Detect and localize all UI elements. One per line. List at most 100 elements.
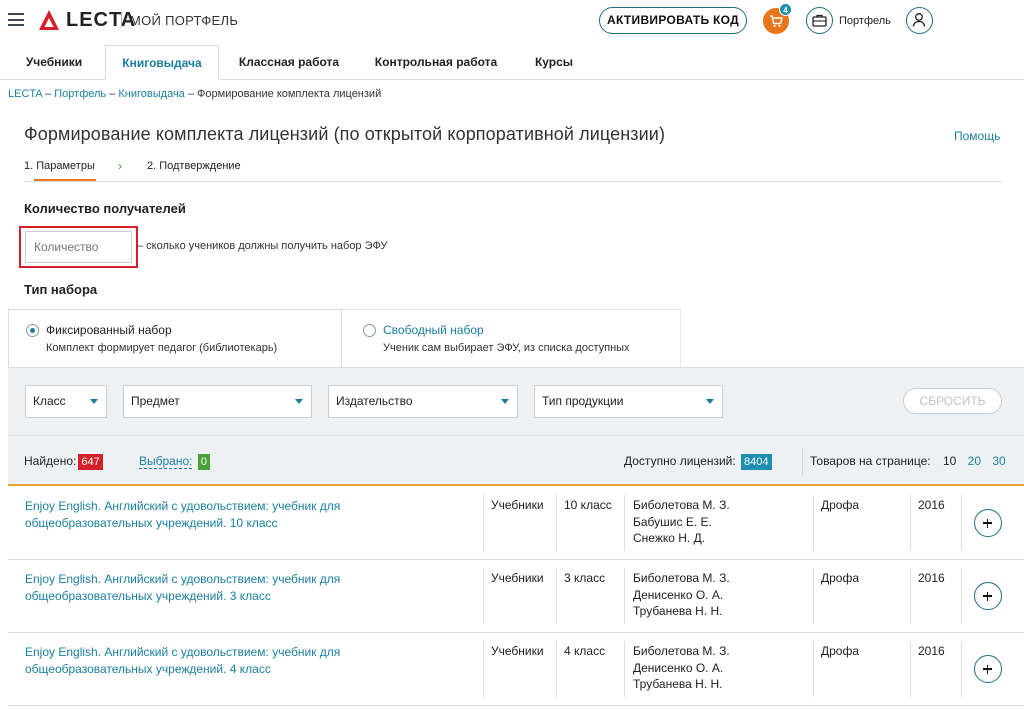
help-link[interactable]: Помощь — [954, 129, 1000, 143]
fixed-set-option[interactable]: Фиксированный набор Комплект формирует п… — [8, 309, 342, 368]
top-header: LECTA МОЙ ПОРТФЕЛЬ АКТИВИРОВАТЬ КОД 4 По… — [0, 0, 1024, 42]
set-type-heading: Тип набора — [24, 282, 98, 297]
filter-panel: Класс Предмет Издательство Тип продукции… — [8, 367, 1024, 435]
briefcase-icon — [812, 14, 827, 27]
subject-select[interactable]: Предмет — [123, 385, 312, 418]
step-confirmation[interactable]: 2. Подтверждение — [147, 160, 241, 172]
breadcrumb-lecta[interactable]: LECTA — [8, 88, 42, 100]
tab-textbooks[interactable]: Учебники — [8, 45, 100, 80]
product-publisher: Дрофа — [821, 498, 860, 512]
product-year: 2016 — [918, 644, 945, 658]
selected-info: Выбрано: 0 — [139, 454, 210, 470]
product-title-link[interactable]: Enjoy English. Английский с удовольствие… — [25, 571, 365, 604]
found-count-badge: 647 — [78, 454, 103, 470]
product-grade: 10 класс — [564, 498, 612, 512]
product-year: 2016 — [918, 498, 945, 512]
fixed-set-radio[interactable] — [26, 324, 39, 337]
tab-book-issue[interactable]: Книговыдача — [105, 45, 219, 80]
per-page-10[interactable]: 10 — [943, 454, 956, 468]
fixed-set-title: Фиксированный набор — [46, 323, 172, 337]
portfolio-label[interactable]: Портфель — [839, 15, 891, 27]
found-info: Найдено: 647 — [24, 454, 103, 470]
selected-link[interactable]: Выбрано: — [139, 454, 193, 469]
quantity-hint: – сколько учеников должны получить набор… — [137, 240, 388, 252]
product-type: Учебники — [491, 498, 544, 512]
table-row: Enjoy English. Английский с удовольствие… — [8, 633, 1024, 706]
column-divider — [910, 641, 911, 697]
table-row: Enjoy English. Английский с удовольствие… — [8, 487, 1024, 560]
column-divider — [813, 568, 814, 624]
product-title-link[interactable]: Enjoy English. Английский с удовольствие… — [25, 498, 365, 531]
column-divider — [624, 641, 625, 697]
main-tabs: Учебники Книговыдача Классная работа Кон… — [0, 45, 1024, 80]
column-divider — [813, 641, 814, 697]
activate-code-button[interactable]: АКТИВИРОВАТЬ КОД — [599, 7, 747, 34]
results-bar: Найдено: 647 Выбрано: 0 Доступно лицензий… — [8, 435, 1024, 486]
product-title-link[interactable]: Enjoy English. Английский с удовольствие… — [25, 644, 365, 677]
column-divider — [624, 495, 625, 551]
column-divider — [961, 568, 962, 624]
breadcrumb-current: Формирование комплекта лицензий — [197, 88, 382, 100]
step-parameters[interactable]: 1. Параметры — [24, 160, 95, 176]
reset-button[interactable]: СБРОСИТЬ — [903, 388, 1002, 414]
publisher-select[interactable]: Издательство — [328, 385, 518, 418]
column-divider — [961, 641, 962, 697]
table-row: Enjoy English. Английский с удовольствие… — [8, 560, 1024, 633]
add-plus-icon[interactable] — [974, 509, 1002, 537]
product-type-select[interactable]: Тип продукции — [534, 385, 723, 418]
selected-count-badge: 0 — [197, 454, 210, 470]
licenses-count-badge: 8404 — [741, 454, 772, 470]
product-grade: 3 класс — [564, 571, 606, 585]
dropdown-caret-icon — [295, 399, 303, 404]
set-type-selector: Фиксированный набор Комплект формирует п… — [8, 309, 1024, 368]
column-divider — [556, 568, 557, 624]
dropdown-caret-icon — [90, 399, 98, 404]
breadcrumb: LECTA – Портфель – Книговыдача – Формиро… — [8, 88, 382, 100]
class-select[interactable]: Класс — [25, 385, 107, 418]
column-divider — [556, 495, 557, 551]
profile-button[interactable] — [906, 7, 933, 34]
logo-divider — [121, 12, 122, 28]
cart-count-badge: 4 — [779, 3, 792, 16]
wizard-steps: 1. Параметры › 2. Подтверждение — [24, 159, 1002, 182]
column-divider — [483, 641, 484, 697]
logo-text[interactable]: LECTA — [66, 9, 136, 32]
free-set-option[interactable]: Свободный набор Ученик сам выбирает ЭФУ,… — [342, 309, 681, 368]
quantity-highlight — [19, 226, 138, 268]
dropdown-caret-icon — [706, 399, 714, 404]
product-publisher: Дрофа — [821, 644, 860, 658]
tab-courses[interactable]: Курсы — [520, 45, 588, 80]
column-divider — [813, 495, 814, 551]
per-page-20[interactable]: 20 — [968, 454, 981, 468]
user-icon — [912, 13, 926, 27]
tab-control-work[interactable]: Контрольная работа — [360, 45, 512, 80]
product-authors: Биболетова М. З. Денисенко О. А. Трубанева… — [633, 571, 730, 618]
quantity-input[interactable] — [25, 231, 132, 263]
column-divider — [910, 568, 911, 624]
add-plus-icon[interactable] — [974, 655, 1002, 683]
free-set-title[interactable]: Свободный набор — [383, 323, 484, 337]
per-page-30[interactable]: 30 — [992, 454, 1005, 468]
column-divider — [624, 568, 625, 624]
breadcrumb-portfolio[interactable]: Портфель — [54, 88, 106, 100]
chevron-right-icon: › — [118, 159, 122, 173]
product-authors: Биболетова М. З. Бабушис Е. Е. Снежко Н. Д… — [633, 498, 730, 545]
recipients-heading: Количество получателей — [24, 201, 186, 216]
column-divider — [556, 641, 557, 697]
product-type: Учебники — [491, 644, 544, 658]
product-year: 2016 — [918, 571, 945, 585]
page-title: Формирование комплекта лицензий (по откр… — [24, 124, 666, 144]
active-step-underline — [34, 179, 96, 181]
breadcrumb-book-issue[interactable]: Книговыдача — [118, 88, 184, 100]
divider — [802, 448, 803, 476]
lecta-logo-icon[interactable] — [38, 9, 60, 31]
product-type: Учебники — [491, 571, 544, 585]
column-divider — [483, 495, 484, 551]
section-name: МОЙ ПОРТФЕЛЬ — [130, 13, 239, 28]
free-set-radio[interactable] — [363, 324, 376, 337]
tab-classwork[interactable]: Классная работа — [225, 45, 353, 80]
portfolio-button[interactable] — [806, 7, 833, 34]
add-plus-icon[interactable] — [974, 582, 1002, 610]
menu-icon[interactable] — [8, 13, 24, 26]
per-page-info: Товаров на странице: 10 20 30 — [810, 454, 1006, 468]
